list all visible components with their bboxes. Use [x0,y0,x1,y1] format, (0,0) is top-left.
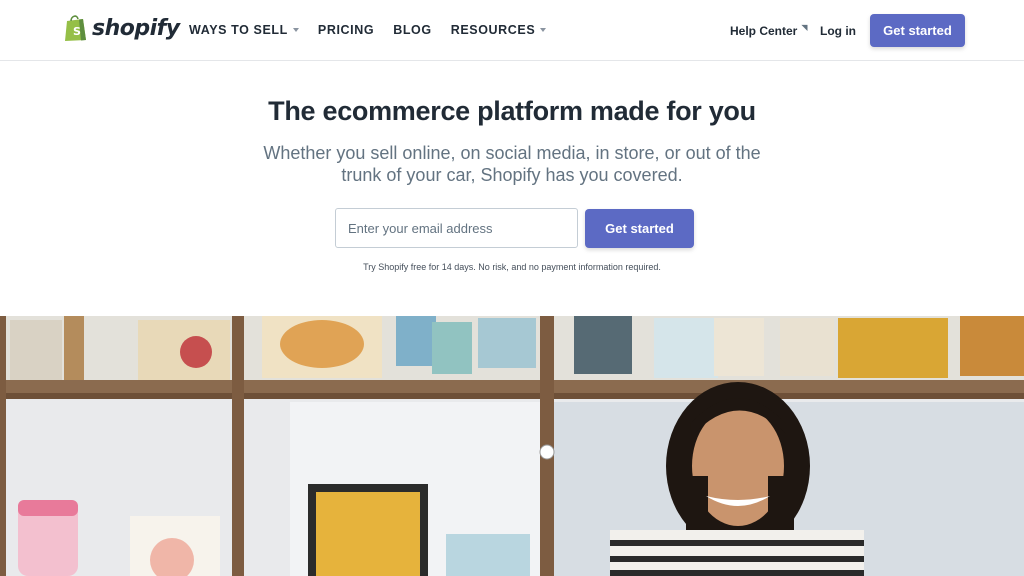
top-navigation: S shopify WAYS TO SELL PRICING BLOG RESO… [0,0,1024,61]
svg-text:S: S [73,25,81,38]
shopping-bag-icon: S [65,15,86,41]
shop-shelves-illustration [0,316,1024,576]
main-menu: WAYS TO SELL PRICING BLOG RESOURCES [189,23,565,37]
nav-resources[interactable]: RESOURCES [451,23,547,37]
nav-resources-label: RESOURCES [450,23,536,37]
trial-note: Try Shopify free for 14 days. No risk, a… [363,262,661,272]
email-input[interactable] [335,208,578,248]
nav-ways-to-sell[interactable]: WAYS TO SELL [189,23,299,37]
caret-down-icon [540,28,547,32]
external-link-icon: ◥ [801,23,808,32]
nav-blog-label: BLOG [393,23,432,37]
hero-title: The ecommerce platform made for you [268,96,756,126]
hero-photo [0,316,1024,576]
shopify-logo[interactable]: S shopify [64,14,180,42]
get-started-button[interactable]: Get started [870,14,965,47]
nav-pricing-label: PRICING [317,23,375,37]
help-center-label: Help Center [730,24,798,38]
caret-down-icon [292,28,299,32]
hero-get-started-button[interactable]: Get started [585,209,694,248]
help-center-link[interactable]: Help Center ◥ [730,23,808,38]
hero-subtitle: Whether you sell online, on social media… [263,143,761,185]
nav-pricing[interactable]: PRICING [318,23,374,37]
nav-blog[interactable]: BLOG [393,23,432,37]
nav-ways-to-sell-label: WAYS TO SELL [189,23,288,37]
login-link[interactable]: Log in [820,24,856,38]
logo-text: shopify [92,15,180,41]
